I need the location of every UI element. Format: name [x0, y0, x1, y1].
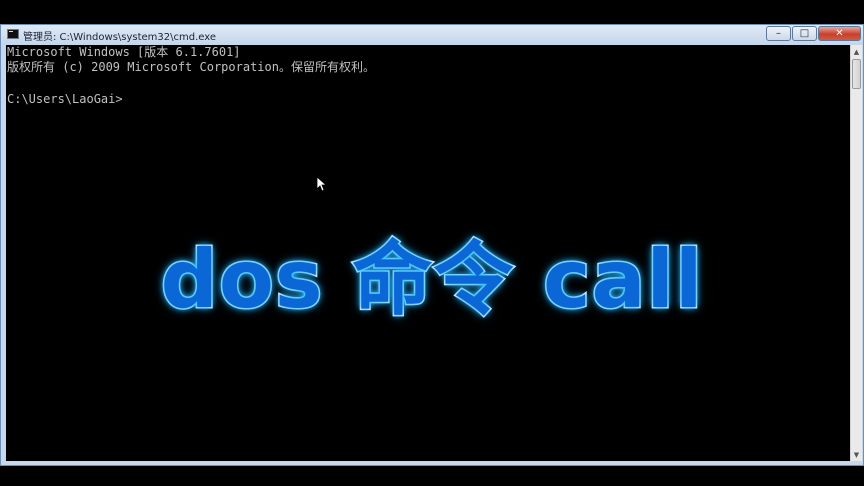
cmd-icon[interactable]	[7, 29, 19, 39]
close-button[interactable]: ✕	[818, 26, 861, 41]
screen: 管理员: C:\Windows\system32\cmd.exe – □ ✕ M…	[0, 0, 864, 486]
minimize-button[interactable]: –	[766, 26, 791, 41]
console-prompt[interactable]: C:\Users\LaoGai>	[7, 92, 123, 106]
console-line-version: Microsoft Windows [版本 6.1.7601]	[7, 45, 241, 59]
maximize-button[interactable]: □	[792, 26, 817, 41]
console-line-copyright: 版权所有 (c) 2009 Microsoft Corporation。保留所有…	[7, 60, 375, 74]
arrow-down-icon[interactable]: ▼	[851, 448, 862, 461]
mouse-pointer-icon	[316, 176, 326, 192]
window-controls: – □ ✕	[766, 26, 861, 42]
arrow-up-icon[interactable]: ▲	[851, 45, 862, 58]
title-bar[interactable]: 管理员: C:\Windows\system32\cmd.exe – □ ✕	[1, 25, 863, 45]
video-overlay-title: dos 命令 call	[159, 232, 704, 328]
window-title: 管理员: C:\Windows\system32\cmd.exe	[23, 32, 217, 43]
scrollbar-thumb[interactable]	[852, 59, 861, 89]
